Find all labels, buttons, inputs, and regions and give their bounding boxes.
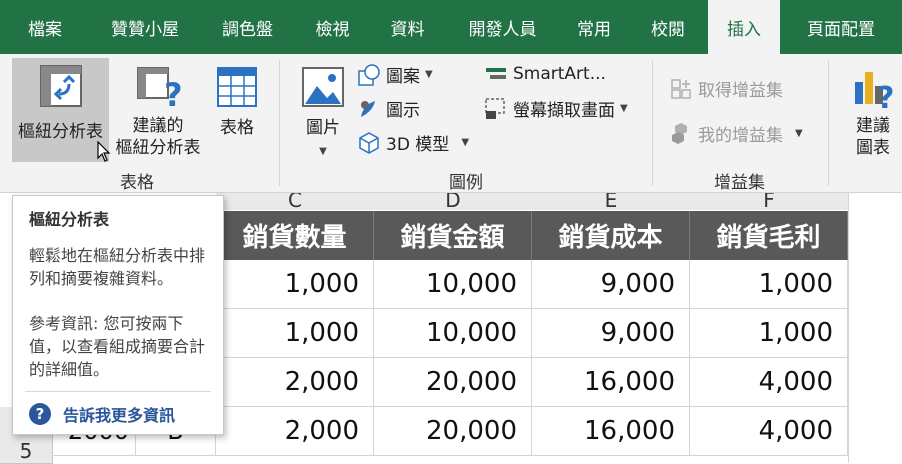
column-header-d[interactable]: D bbox=[374, 193, 533, 210]
table-header-cell[interactable]: 銷貨毛利 bbox=[690, 211, 848, 260]
table-header-cell[interactable]: 銷貨金額 bbox=[374, 211, 532, 260]
recommended-pivot-label-1: 建議的 bbox=[132, 116, 184, 136]
table-icon bbox=[217, 67, 257, 107]
chevron-down-icon: ▼ bbox=[425, 69, 433, 80]
table-cell[interactable]: 16,000 bbox=[532, 407, 690, 456]
recommended-charts-button[interactable]: ? 建議 圖表 bbox=[846, 58, 900, 162]
tab-insert[interactable]: 插入 bbox=[708, 0, 780, 54]
chevron-down-icon: ▼ bbox=[319, 146, 327, 157]
icons-label: 圖示 bbox=[386, 101, 420, 121]
icons-icon bbox=[361, 100, 375, 117]
tooltip-reference: 參考資訊: 您可按兩下值，以查看組成摘要合計的詳細值。 bbox=[29, 314, 206, 379]
tooltip-title: 樞紐分析表 bbox=[29, 210, 110, 229]
pivot-table-button[interactable]: 樞紐分析表 bbox=[12, 58, 109, 162]
table-cell[interactable]: 1,000 bbox=[690, 260, 848, 309]
cube-icon bbox=[359, 131, 379, 154]
table-cell[interactable]: 2,000 bbox=[216, 358, 374, 407]
chevron-down-icon: ▼ bbox=[620, 103, 628, 114]
table-cell[interactable]: 1,000 bbox=[216, 260, 374, 309]
shapes-icon bbox=[358, 63, 380, 86]
chevron-down-icon: ▼ bbox=[461, 137, 470, 148]
illustrations-group-label: 圖例 bbox=[449, 173, 483, 193]
picture-icon bbox=[302, 67, 344, 107]
tables-group-label: 表格 bbox=[120, 173, 154, 193]
mouse-cursor-icon bbox=[97, 141, 111, 162]
chevron-down-icon: ▼ bbox=[795, 128, 803, 139]
tell-me-more-label: 告訴我更多資訊 bbox=[63, 406, 176, 425]
table-cell[interactable]: 1,000 bbox=[216, 309, 374, 358]
shapes-label: 圖案 bbox=[386, 67, 420, 87]
smartart-icon bbox=[486, 68, 506, 79]
table-header-cell[interactable]: 銷貨成本 bbox=[532, 211, 690, 260]
tab-home[interactable]: 常用 bbox=[560, 0, 628, 54]
table-cell[interactable]: 2,000 bbox=[216, 407, 374, 456]
pivot-table-label: 樞紐分析表 bbox=[18, 122, 103, 142]
recommended-charts-icon: ? bbox=[855, 72, 894, 116]
ribbon: 樞紐分析表 ? 建議的 樞紐分析表 表格 表格 圖片 ▼ 圖案 ▼ 圖示 3D … bbox=[0, 54, 902, 193]
recommended-pivot-label-2: 樞紐分析表 bbox=[115, 138, 201, 158]
table-button[interactable]: 表格 bbox=[208, 58, 266, 162]
shapes-button[interactable]: 圖案 ▼ bbox=[357, 62, 433, 87]
table-cell[interactable]: 9,000 bbox=[532, 309, 690, 358]
column-header-c[interactable]: C bbox=[216, 193, 375, 210]
group-separator bbox=[279, 60, 280, 186]
tab-page-layout[interactable]: 頁面配置 bbox=[780, 0, 902, 54]
table-label: 表格 bbox=[220, 118, 254, 138]
tell-me-more-link[interactable]: ? 告訴我更多資訊 bbox=[29, 402, 207, 426]
table-cell[interactable]: 4,000 bbox=[690, 407, 848, 456]
recommended-charts-label-2: 圖表 bbox=[856, 138, 890, 158]
table-cell[interactable]: 16,000 bbox=[532, 358, 690, 407]
table-cell[interactable]: 1,000 bbox=[690, 309, 848, 358]
screenshot-label: 螢幕擷取畫面 bbox=[513, 101, 615, 121]
addin-cubes-icon bbox=[672, 122, 687, 144]
smartart-button[interactable]: SmartArt... bbox=[484, 62, 606, 86]
table-cell[interactable]: 20,000 bbox=[374, 407, 532, 456]
screenshot-icon bbox=[485, 97, 505, 119]
smartart-label: SmartArt... bbox=[513, 64, 606, 84]
table-cell[interactable]: 10,000 bbox=[374, 309, 532, 358]
recommended-pivot-icon: ? bbox=[137, 67, 183, 114]
tab-data[interactable]: 資料 bbox=[370, 0, 445, 54]
my-addins-button[interactable]: 我的增益集 ▼ bbox=[669, 121, 803, 146]
pictures-button[interactable]: 圖片 ▼ bbox=[296, 58, 350, 162]
icons-button[interactable]: 圖示 bbox=[357, 96, 420, 121]
3d-models-button[interactable]: 3D 模型 ▼ bbox=[357, 130, 469, 155]
get-addins-button[interactable]: 取得增益集 bbox=[669, 76, 783, 101]
tooltip-description: 輕鬆地在樞紐分析表中排列和摘要複雜資料。 bbox=[29, 246, 206, 288]
add-grid-icon bbox=[671, 78, 691, 99]
3d-models-label: 3D 模型 bbox=[386, 135, 450, 155]
pictures-label: 圖片 bbox=[306, 118, 340, 138]
table-cell[interactable]: 9,000 bbox=[532, 260, 690, 309]
tooltip-divider bbox=[25, 391, 211, 392]
help-icon: ? bbox=[29, 403, 51, 425]
tab-developer[interactable]: 開發人員 bbox=[445, 0, 560, 54]
get-addins-label: 取得增益集 bbox=[698, 81, 783, 101]
empty-column-area[interactable] bbox=[848, 193, 902, 463]
screenshot-button[interactable]: 螢幕擷取畫面 ▼ bbox=[484, 96, 628, 121]
column-header-e[interactable]: E bbox=[532, 193, 691, 210]
tab-view[interactable]: 檢視 bbox=[295, 0, 370, 54]
addins-group-label: 增益集 bbox=[714, 173, 765, 193]
pivot-table-icon bbox=[39, 65, 82, 107]
group-separator bbox=[652, 60, 653, 186]
table-header-cell[interactable]: 銷貨數量 bbox=[216, 211, 374, 260]
svg-text:?: ? bbox=[164, 76, 182, 110]
table-cell[interactable]: 20,000 bbox=[374, 358, 532, 407]
ribbon-tab-bar: 檔案 贊贊小屋 調色盤 檢視 資料 開發人員 常用 校閱 插入 頁面配置 bbox=[0, 0, 902, 54]
tab-palette[interactable]: 調色盤 bbox=[200, 0, 295, 54]
tab-file[interactable]: 檔案 bbox=[0, 0, 90, 54]
column-header-f[interactable]: F bbox=[690, 193, 849, 210]
recommended-pivot-button[interactable]: ? 建議的 樞紐分析表 bbox=[112, 58, 204, 162]
table-cell[interactable]: 10,000 bbox=[374, 260, 532, 309]
recommended-charts-label-1: 建議 bbox=[856, 116, 890, 136]
pivot-table-tooltip: 樞紐分析表 輕鬆地在樞紐分析表中排列和摘要複雜資料。 參考資訊: 您可按兩下值，… bbox=[12, 195, 224, 435]
my-addins-label: 我的增益集 bbox=[698, 126, 783, 146]
tab-zanzan[interactable]: 贊贊小屋 bbox=[90, 0, 200, 54]
group-separator bbox=[828, 60, 829, 186]
svg-text:?: ? bbox=[877, 81, 894, 110]
table-cell[interactable]: 4,000 bbox=[690, 358, 848, 407]
tab-review[interactable]: 校閱 bbox=[628, 0, 708, 54]
